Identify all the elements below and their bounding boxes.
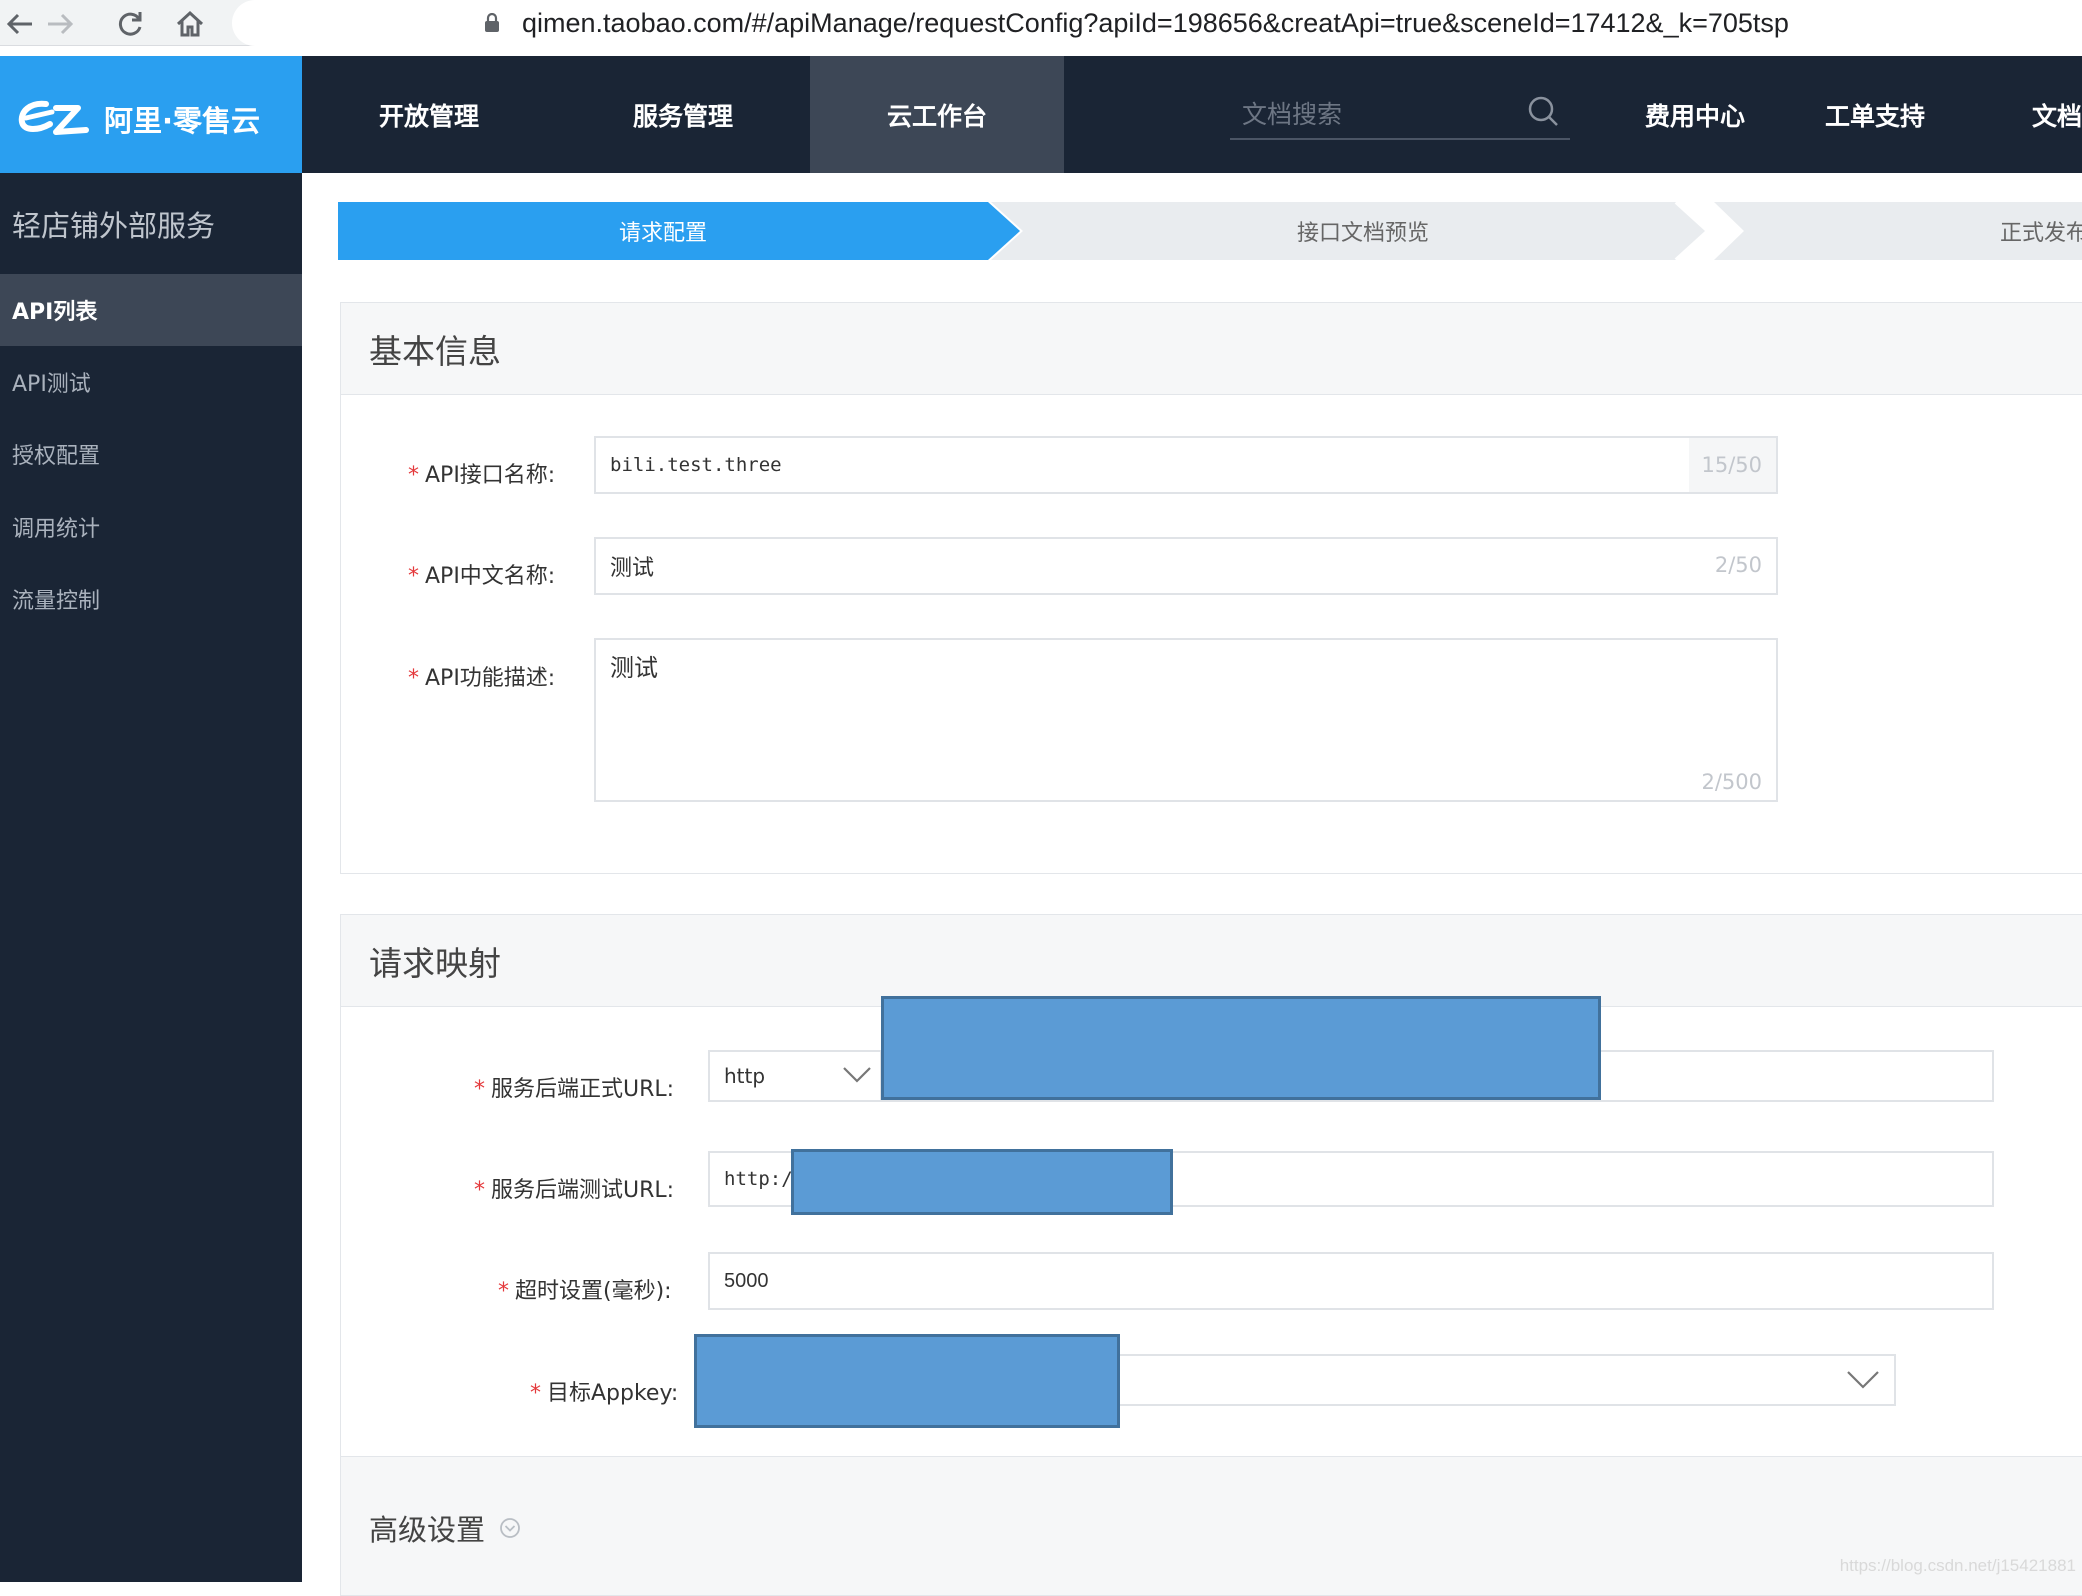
timeout-input[interactable] — [710, 1254, 1992, 1308]
back-button[interactable] — [0, 4, 40, 44]
api-name-field[interactable]: 15/50 — [594, 436, 1778, 494]
sidebar-item-call-stats[interactable]: 调用统计 — [0, 491, 302, 563]
home-icon — [175, 10, 205, 38]
api-name-counter: 15/50 — [1689, 438, 1776, 492]
api-desc-counter: 2/500 — [1701, 770, 1762, 794]
chevron-down-icon — [1846, 1370, 1880, 1390]
advanced-settings-toggle[interactable]: 高级设置 — [369, 1507, 521, 1549]
step-progress: 请求配置 接口文档预览 正式发布 — [338, 202, 2082, 260]
api-cn-name-field[interactable]: 2/50 — [594, 537, 1778, 595]
test-url-label: *服务后端测试URL: — [474, 1172, 674, 1204]
sidebar-item-api-test[interactable]: API测试 — [0, 346, 302, 418]
doc-search — [1230, 88, 1570, 140]
arrow-right-icon — [46, 12, 74, 36]
api-cn-name-input[interactable] — [596, 539, 1776, 593]
lock-icon — [484, 13, 500, 33]
logo-text: 阿里·零售云 — [104, 98, 260, 140]
watermark: https://blog.csdn.net/j15421881 — [1840, 1556, 2076, 1576]
api-name-input[interactable] — [596, 438, 1776, 492]
timeout-field[interactable] — [708, 1252, 1994, 1310]
nav-docs[interactable]: 文档 — [2010, 56, 2082, 173]
reload-icon — [116, 10, 144, 38]
redaction-box — [881, 996, 1601, 1100]
expand-circle-icon — [499, 1517, 521, 1539]
redaction-box — [791, 1149, 1173, 1215]
top-navigation: 阿里·零售云 开放管理 服务管理 云工作台 费用中心 工单支持 文档 — [0, 56, 2082, 173]
nav-ticket-support[interactable]: 工单支持 — [1790, 56, 1960, 173]
api-desc-field[interactable]: 测试 2/500 — [594, 638, 1778, 802]
nav-billing-center[interactable]: 费用中心 — [1610, 56, 1780, 173]
timeout-label: *超时设置(毫秒): — [498, 1273, 672, 1305]
nav-cloud-workbench[interactable]: 云工作台 — [810, 56, 1064, 173]
sidebar-title: 轻店铺外部服务 — [12, 203, 215, 245]
home-button[interactable] — [170, 4, 210, 44]
basic-info-title: 基本信息 — [341, 303, 2082, 395]
sidebar-item-auth-config[interactable]: 授权配置 — [0, 418, 302, 490]
logo[interactable]: 阿里·零售云 — [0, 56, 302, 173]
api-cn-name-counter: 2/50 — [1715, 553, 1762, 577]
api-cn-name-label: *API中文名称: — [408, 558, 555, 590]
forward-button[interactable] — [40, 4, 80, 44]
prod-protocol-select[interactable]: http — [710, 1052, 882, 1100]
alibaba-logo-icon — [16, 94, 92, 138]
step-publish[interactable]: 正式发布 — [1988, 202, 2082, 260]
nav-open-management[interactable]: 开放管理 — [302, 56, 556, 173]
search-icon[interactable] — [1526, 94, 1560, 128]
reload-button[interactable] — [110, 4, 150, 44]
advanced-settings-panel: 高级设置 — [340, 1456, 2082, 1596]
sidebar-item-api-list[interactable]: API列表 — [0, 274, 302, 346]
nav-service-management[interactable]: 服务管理 — [556, 56, 810, 173]
prod-protocol-value: http — [724, 1064, 765, 1088]
browser-toolbar: qimen.taobao.com/#/apiManage/requestConf… — [0, 0, 2082, 46]
sidebar-item-flow-control[interactable]: 流量控制 — [0, 563, 302, 635]
prod-url-label: *服务后端正式URL: — [474, 1071, 674, 1103]
api-desc-textarea[interactable]: 测试 — [596, 640, 1776, 800]
chevron-down-icon — [842, 1066, 872, 1084]
arrow-left-icon — [6, 12, 34, 36]
address-bar[interactable]: qimen.taobao.com/#/apiManage/requestConf… — [232, 0, 2082, 46]
sidebar: 轻店铺外部服务 API列表 API测试 授权配置 调用统计 流量控制 — [0, 173, 302, 1582]
request-mapping-title: 请求映射 — [341, 915, 2082, 1007]
step-request-config[interactable]: 请求配置 — [338, 202, 988, 260]
step-doc-preview[interactable]: 接口文档预览 — [1038, 202, 1688, 260]
api-desc-label: *API功能描述: — [408, 660, 555, 692]
url-text: qimen.taobao.com/#/apiManage/requestConf… — [522, 8, 1789, 39]
api-name-label: *API接口名称: — [408, 457, 555, 489]
redaction-box — [694, 1334, 1120, 1428]
appkey-label: *目标Appkey: — [530, 1375, 678, 1407]
advanced-settings-title: 高级设置 — [369, 1507, 485, 1549]
doc-search-input[interactable] — [1242, 94, 1512, 134]
